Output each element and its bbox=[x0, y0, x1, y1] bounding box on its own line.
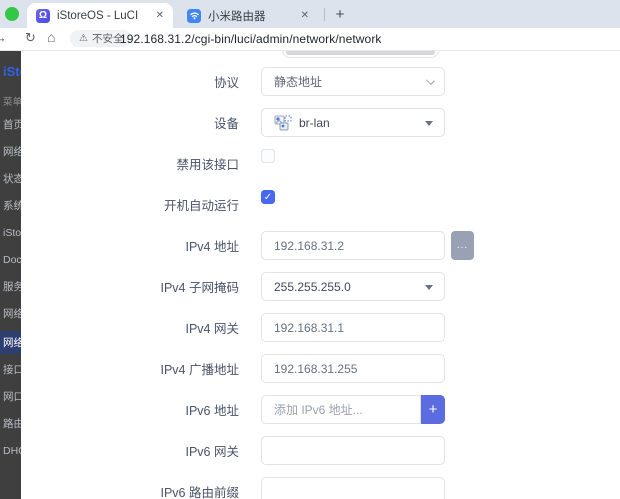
ipv4-netmask-label: IPv4 子网掩码 bbox=[21, 277, 261, 296]
ipv4-gateway-row: IPv4 网关 bbox=[21, 313, 620, 342]
sidebar-item-dhcp[interactable]: DHCP bbox=[0, 437, 21, 464]
sidebar-item-docker[interactable]: Docker bbox=[0, 246, 21, 273]
disable-checkbox[interactable]: ✓ bbox=[261, 149, 275, 163]
ipv6-prefix-label: IPv6 路由前缀 bbox=[21, 482, 261, 499]
clipped-element-top bbox=[282, 51, 439, 58]
ipv6-address-label: IPv6 地址 bbox=[21, 400, 261, 419]
checkmark-icon: ✓ bbox=[264, 192, 272, 203]
ipv4-address-more-button[interactable]: ... bbox=[451, 231, 474, 260]
ipv6-address-add-button[interactable]: + bbox=[421, 395, 445, 424]
tab-strip: Ω iStoreOS - LuCI ✕ 小米路由器 ✕ + bbox=[0, 0, 620, 28]
tab-close-icon[interactable]: ✕ bbox=[301, 10, 309, 21]
tab-title: iStoreOS - LuCI bbox=[57, 10, 156, 22]
ipv4-address-label: IPv4 地址 bbox=[21, 236, 261, 255]
security-label: 不安全 bbox=[92, 31, 124, 46]
url-text[interactable]: 192.168.31.2/cgi-bin/luci/admin/network/… bbox=[120, 32, 382, 46]
new-tab-button[interactable]: + bbox=[330, 4, 350, 24]
dropdown-arrow-icon bbox=[425, 121, 433, 126]
ipv6-prefix-input[interactable] bbox=[261, 477, 445, 499]
ipv6-gateway-input[interactable] bbox=[261, 436, 445, 465]
ipv4-broadcast-label: IPv4 广播地址 bbox=[21, 359, 261, 378]
disable-row: 禁用该接口 ✓ bbox=[21, 149, 620, 178]
autostart-row: 开机自动运行 ✓ bbox=[21, 190, 620, 219]
tab-istoreos[interactable]: Ω iStoreOS - LuCI ✕ bbox=[27, 3, 173, 28]
ipv6-address-row: IPv6 地址 + bbox=[21, 395, 620, 424]
protocol-label: 协议 bbox=[21, 72, 261, 91]
browser-chrome: Ω iStoreOS - LuCI ✕ 小米路由器 ✕ + → ↻ ⌂ bbox=[0, 0, 620, 51]
page: iStoreOS 菜单 首页 网络向导 状态 系统 iStore Docker … bbox=[0, 51, 620, 499]
protocol-select[interactable]: 静态地址 bbox=[261, 67, 445, 96]
ipv4-gateway-label: IPv4 网关 bbox=[21, 318, 261, 337]
device-select[interactable]: br-lan bbox=[261, 108, 445, 137]
ipv6-prefix-row: IPv6 路由前缀 bbox=[21, 477, 620, 499]
autostart-checkbox[interactable]: ✓ bbox=[261, 190, 275, 204]
device-value: br-lan bbox=[299, 116, 330, 130]
sidebar-item-network[interactable]: 网络 bbox=[0, 331, 21, 354]
clipped-scrollbar bbox=[286, 51, 435, 55]
menu-section-label: 菜单 bbox=[0, 91, 21, 111]
sidebar-item-home[interactable]: 首页 bbox=[0, 111, 21, 138]
sidebar-item-status[interactable]: 状态 bbox=[0, 165, 21, 192]
istoreos-favicon-icon: Ω bbox=[36, 9, 50, 23]
tab-xiaomi-router[interactable]: 小米路由器 ✕ bbox=[178, 3, 318, 28]
sidebar-item-nas[interactable]: 网络存储 bbox=[0, 300, 21, 327]
ipv4-gateway-input[interactable] bbox=[261, 313, 445, 342]
warning-icon: ⚠ bbox=[79, 33, 88, 44]
sidebar-item-interfaces[interactable]: 接口 bbox=[0, 356, 21, 383]
interface-settings-form: 协议 静态地址 设备 bbox=[21, 51, 620, 499]
bridge-device-icon bbox=[274, 115, 293, 131]
sidebar-item-network-wizard[interactable]: 网络向导 bbox=[0, 138, 21, 165]
autostart-label: 开机自动运行 bbox=[21, 195, 261, 214]
sidebar-item-istore[interactable]: iStore bbox=[0, 219, 21, 246]
ipv4-address-input[interactable] bbox=[261, 231, 445, 260]
tab-close-icon[interactable]: ✕ bbox=[156, 10, 164, 21]
forward-icon[interactable]: → bbox=[0, 30, 7, 45]
ipv4-address-row: IPv4 地址 ... bbox=[21, 231, 620, 260]
device-row: 设备 br-lan bbox=[21, 108, 620, 137]
traffic-light-green[interactable] bbox=[5, 7, 19, 21]
device-label: 设备 bbox=[21, 113, 261, 132]
sidebar-item-services[interactable]: 服务 bbox=[0, 273, 21, 300]
chevron-down-icon bbox=[427, 77, 434, 84]
sidebar-item-port-config[interactable]: 网口配置 bbox=[0, 383, 21, 410]
ipv4-netmask-row: IPv4 子网掩码 255.255.255.0 bbox=[21, 272, 620, 301]
protocol-value: 静态地址 bbox=[274, 73, 322, 90]
ipv6-address-input[interactable] bbox=[261, 395, 421, 424]
home-icon[interactable]: ⌂ bbox=[47, 29, 55, 45]
sidebar-item-system[interactable]: 系统 bbox=[0, 192, 21, 219]
wifi-favicon-icon bbox=[187, 9, 201, 23]
istoreos-logo[interactable]: iStoreOS bbox=[0, 51, 21, 91]
ipv6-gateway-label: IPv6 网关 bbox=[21, 441, 261, 460]
tab-divider bbox=[324, 8, 325, 21]
reload-icon[interactable]: ↻ bbox=[25, 30, 36, 46]
protocol-row: 协议 静态地址 bbox=[21, 67, 620, 96]
ipv4-netmask-select[interactable]: 255.255.255.0 bbox=[261, 272, 445, 301]
ipv4-broadcast-input[interactable] bbox=[261, 354, 445, 383]
ipv4-netmask-value: 255.255.255.0 bbox=[274, 280, 351, 294]
dropdown-arrow-icon bbox=[425, 285, 433, 290]
ipv6-gateway-row: IPv6 网关 bbox=[21, 436, 620, 465]
sidebar-item-routes[interactable]: 路由 bbox=[0, 410, 21, 437]
address-bar: → ↻ ⌂ ⚠ 不安全 192.168.31.2/cgi-bin/luci/ad… bbox=[0, 28, 620, 51]
sidebar: iStoreOS 菜单 首页 网络向导 状态 系统 iStore Docker … bbox=[0, 51, 21, 499]
disable-label: 禁用该接口 bbox=[21, 154, 261, 173]
ipv4-broadcast-row: IPv4 广播地址 bbox=[21, 354, 620, 383]
tab-title: 小米路由器 bbox=[208, 8, 301, 24]
